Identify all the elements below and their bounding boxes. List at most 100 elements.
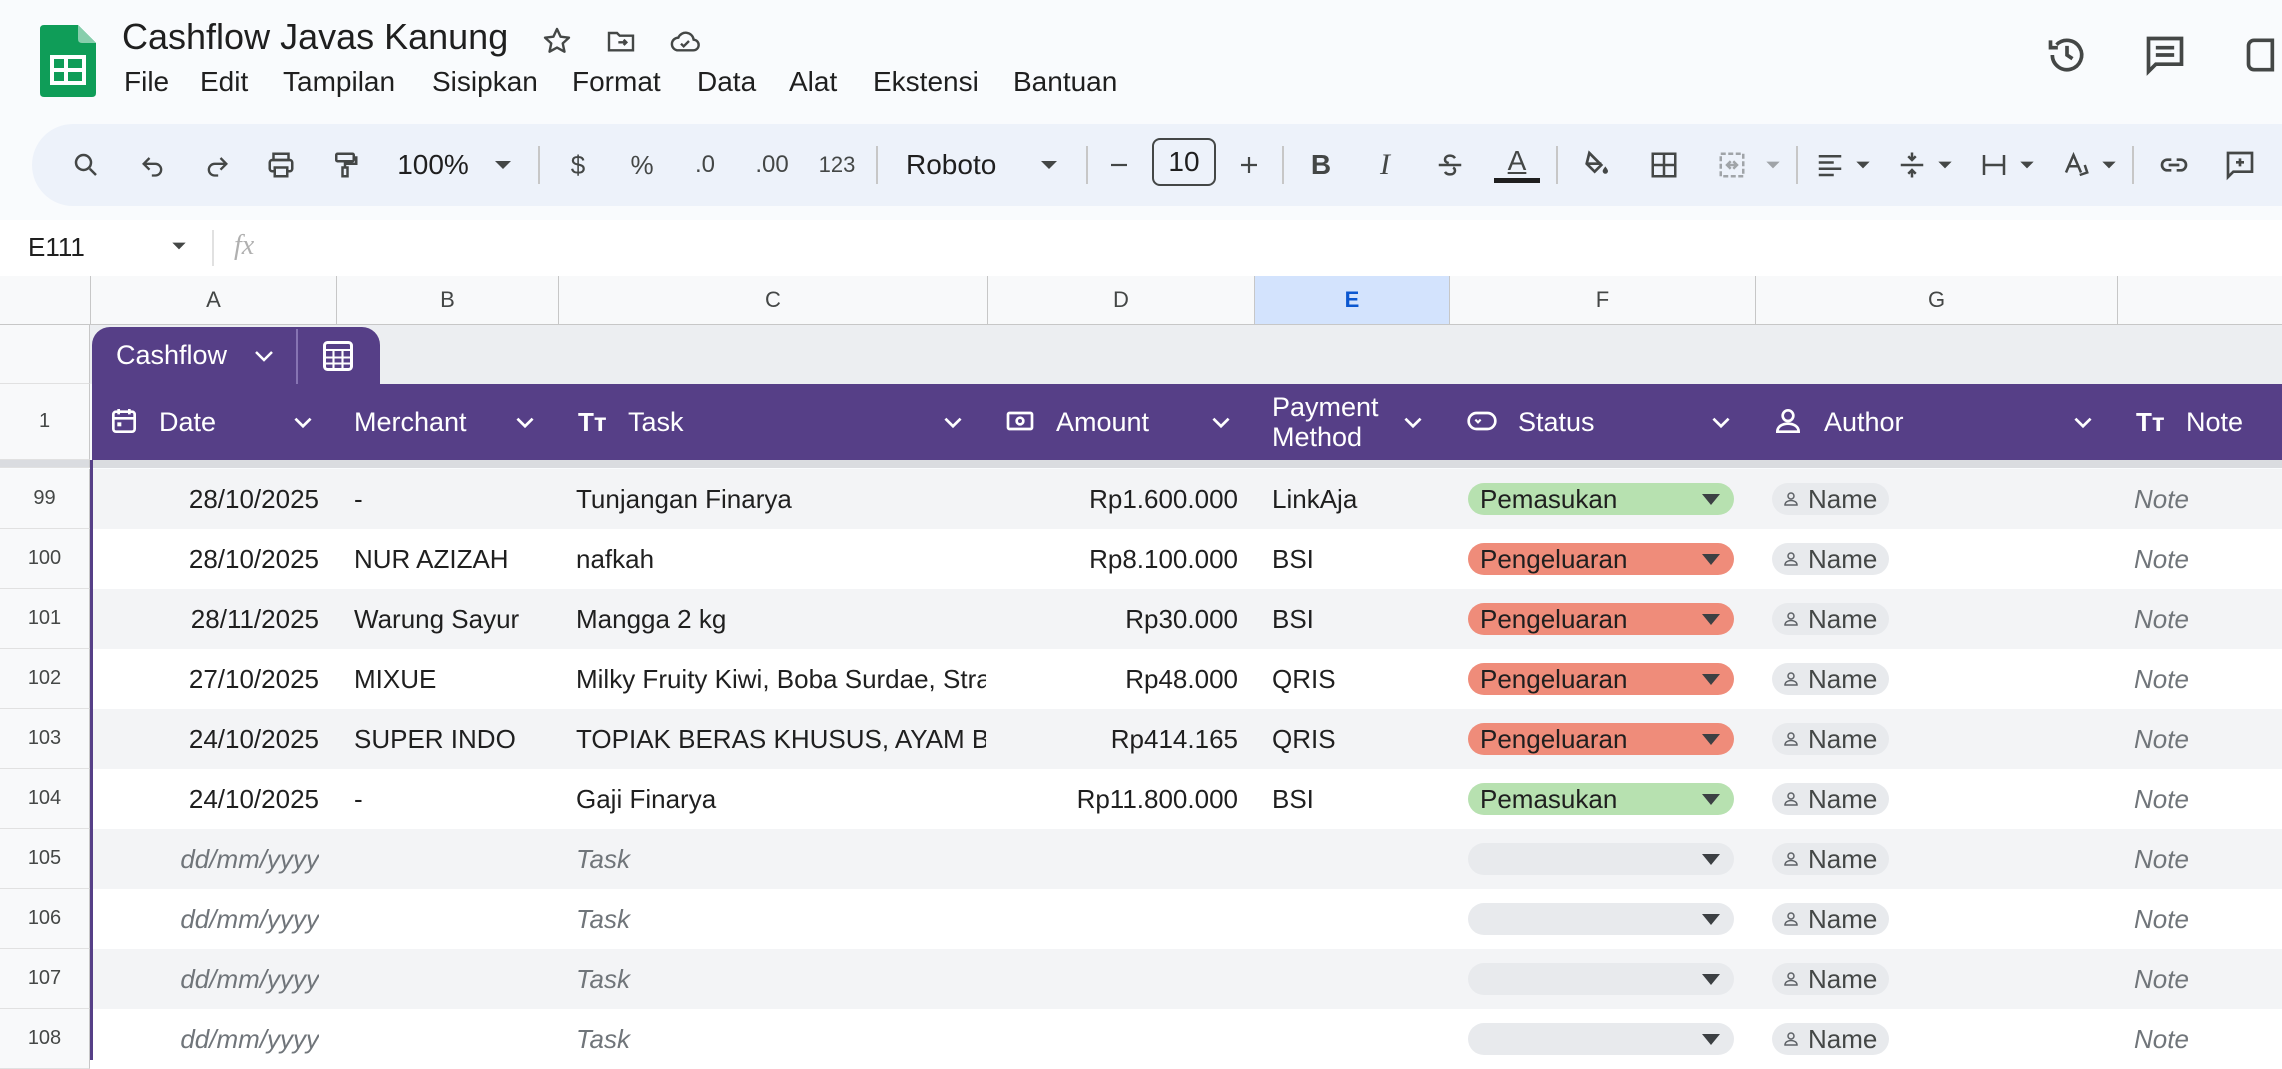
select-all-corner[interactable] bbox=[0, 276, 91, 324]
cell-amount[interactable] bbox=[988, 1009, 1238, 1069]
cloud-saved-icon[interactable] bbox=[666, 22, 704, 60]
cell-task[interactable]: nafkah bbox=[576, 529, 986, 589]
cell-task[interactable]: Task bbox=[576, 829, 986, 889]
insert-link-icon[interactable] bbox=[2156, 140, 2192, 190]
bold-button[interactable]: B bbox=[1306, 140, 1336, 190]
row-number[interactable]: 106 bbox=[0, 889, 90, 949]
status-chip[interactable]: Pengeluaran bbox=[1468, 603, 1734, 635]
frozen-row-divider[interactable] bbox=[90, 460, 2282, 468]
header-payment-method[interactable]: Payment Method bbox=[1272, 384, 1379, 460]
decrease-decimal-button[interactable]: .0 bbox=[682, 140, 728, 190]
version-history-icon[interactable] bbox=[2042, 30, 2092, 80]
cell-note[interactable]: Note bbox=[2134, 949, 2282, 1009]
comments-icon[interactable] bbox=[2140, 30, 2190, 80]
cell-merchant[interactable] bbox=[354, 889, 554, 949]
cell-date[interactable]: dd/mm/yyyy bbox=[90, 1009, 319, 1069]
menu-file[interactable]: File bbox=[124, 66, 169, 98]
menu-help[interactable]: Bantuan bbox=[1013, 66, 1117, 98]
table-summary-icon[interactable] bbox=[320, 338, 356, 379]
cell-amount[interactable]: Rp1.600.000 bbox=[988, 469, 1238, 529]
payment-filter-chevron-icon[interactable] bbox=[1400, 410, 1426, 436]
status-chip[interactable]: Pengeluaran bbox=[1468, 543, 1734, 575]
row-header[interactable]: 1 bbox=[0, 384, 90, 460]
amount-filter-chevron-icon[interactable] bbox=[1208, 410, 1234, 436]
cell-task[interactable]: Task bbox=[576, 889, 986, 949]
decrease-font-size-icon[interactable] bbox=[1104, 140, 1134, 190]
row-number[interactable]: 99 bbox=[0, 469, 90, 529]
cell-amount[interactable]: Rp30.000 bbox=[988, 589, 1238, 649]
cell-payment-method[interactable]: BSI bbox=[1272, 769, 1452, 829]
font-size-input[interactable]: 10 bbox=[1152, 138, 1216, 186]
status-dropdown-icon[interactable] bbox=[1702, 854, 1720, 865]
menu-tools[interactable]: Alat bbox=[789, 66, 837, 98]
cell-date[interactable]: 28/11/2025 bbox=[90, 589, 319, 649]
row-number[interactable]: 103 bbox=[0, 709, 90, 769]
cell-date[interactable]: 27/10/2025 bbox=[90, 649, 319, 709]
text-color-button[interactable]: A bbox=[1492, 140, 1542, 190]
cell-task[interactable]: Milky Fruity Kiwi, Boba Surdae, Stra bbox=[576, 649, 986, 709]
status-chip[interactable]: Pengeluaran bbox=[1468, 663, 1734, 695]
status-dropdown-icon[interactable] bbox=[1702, 914, 1720, 925]
cell-note[interactable]: Note bbox=[2134, 469, 2282, 529]
status-chip[interactable] bbox=[1468, 903, 1734, 935]
status-dropdown-icon[interactable] bbox=[1702, 1034, 1720, 1045]
cell-payment-method[interactable] bbox=[1272, 949, 1452, 1009]
menu-insert[interactable]: Sisipkan bbox=[432, 66, 538, 98]
author-chip[interactable]: Name bbox=[1772, 843, 1890, 875]
header-amount[interactable]: Amount bbox=[1056, 384, 1149, 460]
author-chip[interactable]: Name bbox=[1772, 903, 1890, 935]
column-header-b[interactable]: B bbox=[337, 276, 559, 324]
status-dropdown-icon[interactable] bbox=[1702, 734, 1720, 745]
zoom-dropdown-icon[interactable] bbox=[490, 140, 516, 190]
status-dropdown-icon[interactable] bbox=[1702, 974, 1720, 985]
cell-payment-method[interactable]: BSI bbox=[1272, 529, 1452, 589]
cell-date[interactable]: 24/10/2025 bbox=[90, 769, 319, 829]
strikethrough-icon[interactable] bbox=[1432, 140, 1468, 190]
merge-cells-icon[interactable] bbox=[1714, 140, 1750, 190]
meet-icon[interactable] bbox=[2240, 30, 2282, 80]
cell-amount[interactable] bbox=[988, 949, 1238, 1009]
cell-amount[interactable]: Rp414.165 bbox=[988, 709, 1238, 769]
cell-note[interactable]: Note bbox=[2134, 529, 2282, 589]
horizontal-align-icon[interactable] bbox=[1812, 140, 1848, 190]
header-status[interactable]: Status bbox=[1518, 384, 1595, 460]
font-family-select[interactable]: Roboto bbox=[906, 140, 1016, 190]
cell-merchant[interactable] bbox=[354, 829, 554, 889]
search-menus-icon[interactable] bbox=[66, 140, 106, 190]
status-dropdown-icon[interactable] bbox=[1702, 494, 1720, 505]
status-dropdown-icon[interactable] bbox=[1702, 794, 1720, 805]
row-number[interactable]: 101 bbox=[0, 589, 90, 649]
header-date[interactable]: Date bbox=[159, 384, 216, 460]
cell-amount[interactable]: Rp8.100.000 bbox=[988, 529, 1238, 589]
status-chip[interactable]: Pemasukan bbox=[1468, 483, 1734, 515]
percent-format-button[interactable]: % bbox=[624, 140, 660, 190]
formula-input[interactable] bbox=[280, 226, 2180, 270]
cell-date[interactable]: 28/10/2025 bbox=[90, 469, 319, 529]
name-box[interactable]: E111 bbox=[28, 232, 85, 263]
cell-amount[interactable] bbox=[988, 829, 1238, 889]
cell-date[interactable]: dd/mm/yyyy bbox=[90, 949, 319, 1009]
table-name[interactable]: Cashflow bbox=[116, 340, 227, 371]
merchant-filter-chevron-icon[interactable] bbox=[512, 410, 538, 436]
menu-edit[interactable]: Edit bbox=[200, 66, 248, 98]
cell-note[interactable]: Note bbox=[2134, 649, 2282, 709]
cell-payment-method[interactable] bbox=[1272, 1009, 1452, 1069]
column-header-c[interactable]: C bbox=[559, 276, 988, 324]
sheets-logo-icon[interactable] bbox=[40, 25, 96, 97]
status-chip[interactable] bbox=[1468, 963, 1734, 995]
more-formats-button[interactable]: 123 bbox=[812, 140, 862, 190]
task-filter-chevron-icon[interactable] bbox=[940, 410, 966, 436]
cell-task[interactable]: Task bbox=[576, 949, 986, 1009]
column-header-h[interactable] bbox=[2118, 276, 2282, 324]
cell-payment-method[interactable]: BSI bbox=[1272, 589, 1452, 649]
undo-icon[interactable] bbox=[133, 140, 173, 190]
cell-payment-method[interactable]: QRIS bbox=[1272, 649, 1452, 709]
cell-amount[interactable]: Rp48.000 bbox=[988, 649, 1238, 709]
author-chip[interactable]: Name bbox=[1772, 723, 1890, 755]
document-title[interactable]: Cashflow Javas Kanung bbox=[122, 16, 508, 58]
column-header-a[interactable]: A bbox=[91, 276, 337, 324]
cell-note[interactable]: Note bbox=[2134, 1009, 2282, 1069]
status-dropdown-icon[interactable] bbox=[1702, 614, 1720, 625]
status-chip[interactable] bbox=[1468, 1023, 1734, 1055]
row-number[interactable]: 100 bbox=[0, 529, 90, 589]
